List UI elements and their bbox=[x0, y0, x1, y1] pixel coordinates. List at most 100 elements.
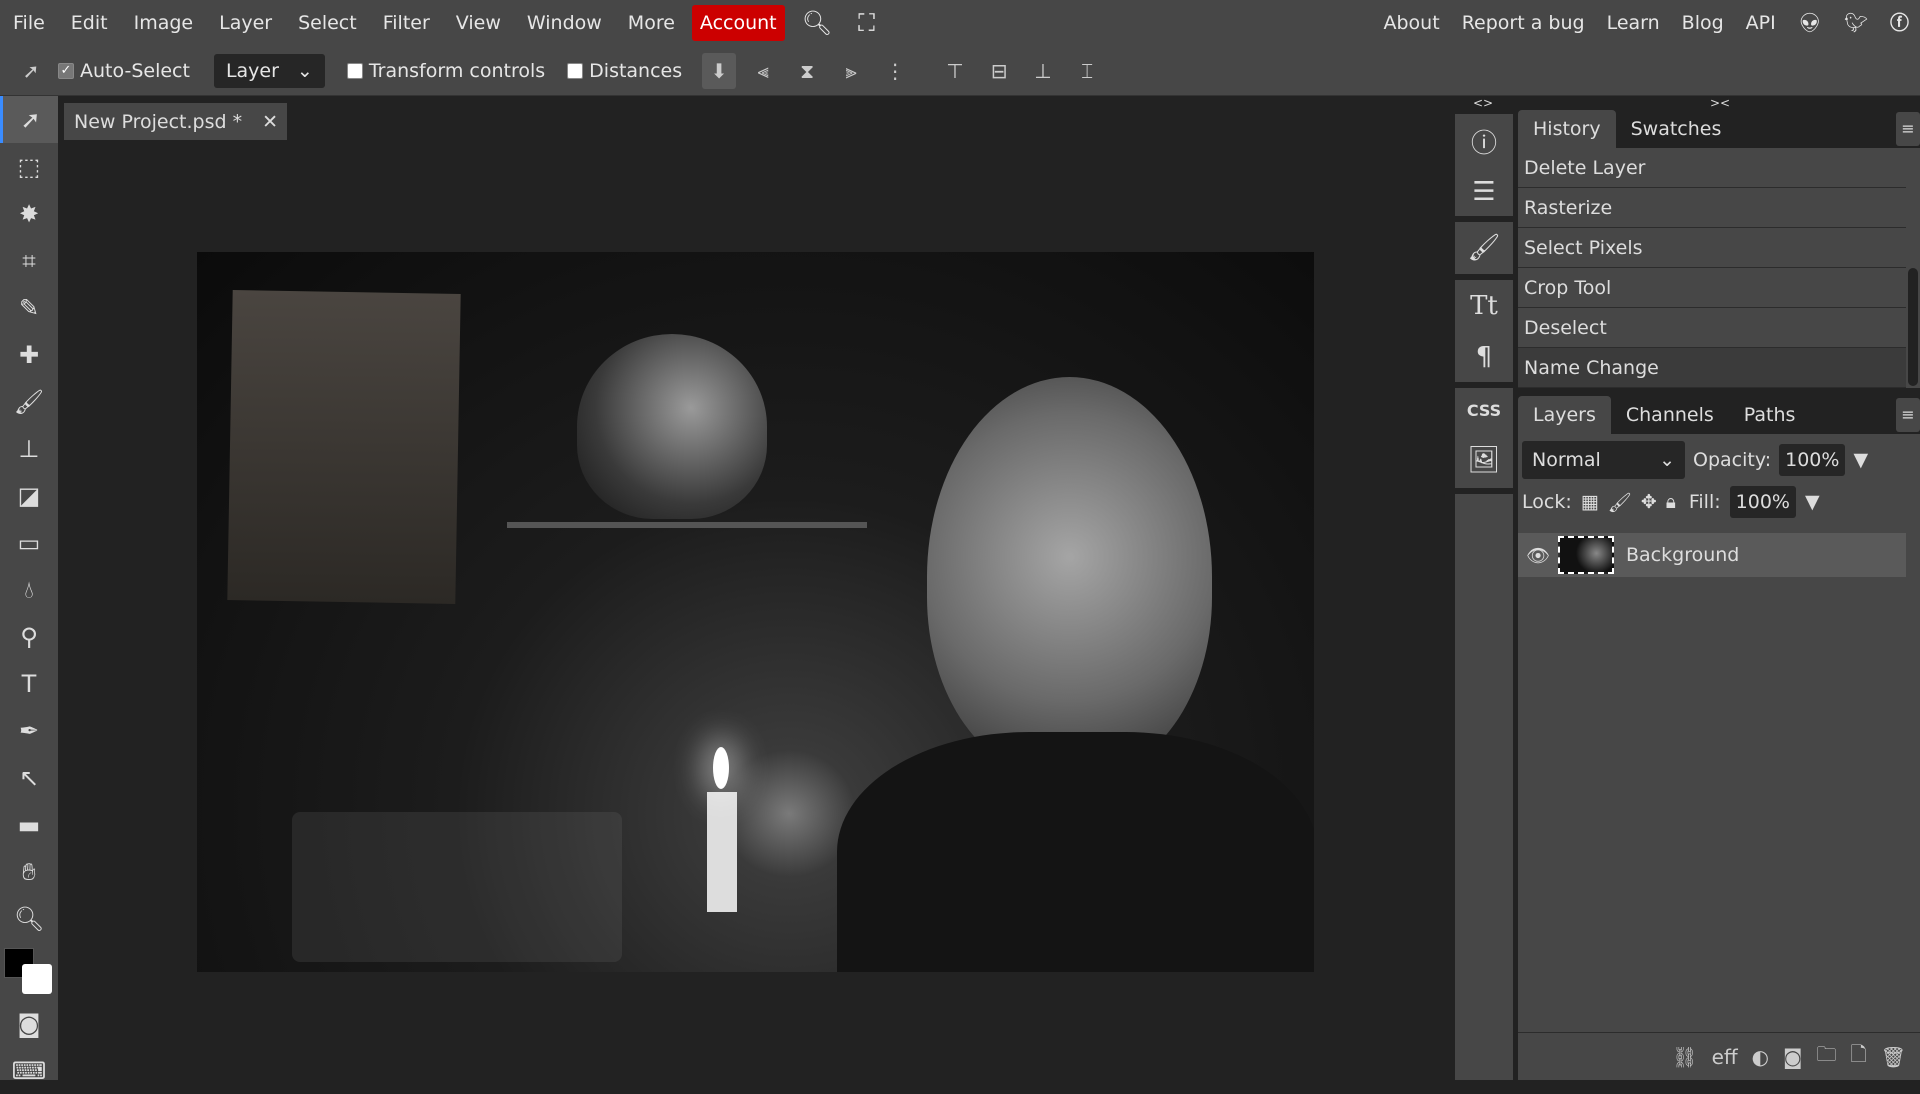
hand-tool-icon[interactable]: ✋︎ bbox=[0, 848, 58, 895]
opacity-dropdown-icon[interactable]: ▼ bbox=[1853, 449, 1868, 471]
eraser-icon[interactable]: ◪ bbox=[0, 472, 58, 519]
info-icon[interactable]: ⓘ bbox=[1471, 123, 1497, 160]
reddit-icon[interactable]: 👽︎ bbox=[1787, 5, 1833, 41]
dodge-tool-icon[interactable]: ⚲ bbox=[0, 613, 58, 660]
character-icon[interactable]: Tt bbox=[1470, 291, 1498, 321]
tab-channels[interactable]: Channels bbox=[1611, 396, 1729, 434]
folder-icon[interactable]: 🗀 bbox=[1817, 1040, 1837, 1074]
tab-history[interactable]: History bbox=[1518, 110, 1616, 148]
fill-input[interactable]: 100% bbox=[1729, 486, 1796, 518]
tab-swatches[interactable]: Swatches bbox=[1616, 110, 1737, 148]
adjustment-icon[interactable]: ◐ bbox=[1752, 1045, 1769, 1069]
menu-view[interactable]: View bbox=[443, 5, 514, 41]
layer-name[interactable]: Background bbox=[1626, 544, 1739, 566]
history-item[interactable]: Select Pixels bbox=[1518, 228, 1906, 268]
fill-dropdown-icon[interactable]: ▼ bbox=[1805, 491, 1820, 513]
lock-position-icon[interactable]: ✥ bbox=[1641, 491, 1657, 513]
brush-settings-icon[interactable]: 🖌︎ bbox=[1455, 222, 1513, 274]
trash-icon[interactable]: 🗑︎ bbox=[1881, 1045, 1906, 1069]
visibility-eye-icon[interactable]: 👁︎ bbox=[1518, 544, 1558, 567]
menu-more[interactable]: More bbox=[615, 5, 688, 41]
link-icon[interactable]: ⛓ bbox=[1672, 1045, 1697, 1069]
transform-controls-checkbox[interactable]: Transform controls bbox=[346, 60, 545, 82]
auto-select-checkbox[interactable]: ✓ Auto-Select bbox=[58, 60, 190, 82]
link-learn[interactable]: Learn bbox=[1596, 5, 1671, 41]
align-left-icon[interactable]: ⫷ bbox=[746, 53, 780, 89]
align-middle-icon[interactable]: ⊟ bbox=[982, 53, 1016, 89]
link-report-bug[interactable]: Report a bug bbox=[1451, 5, 1596, 41]
menu-window[interactable]: Window bbox=[514, 5, 615, 41]
eyedropper-icon[interactable]: ✎ bbox=[0, 284, 58, 331]
zoom-tool-icon[interactable]: 🔍︎ bbox=[0, 895, 58, 942]
type-tool-icon[interactable]: T bbox=[0, 660, 58, 707]
gradient-tool-icon[interactable]: ▭ bbox=[0, 519, 58, 566]
facebook-icon[interactable]: ⓕ bbox=[1879, 5, 1920, 41]
link-api[interactable]: API bbox=[1735, 5, 1787, 41]
document-tab[interactable]: New Project.psd * ✕ bbox=[64, 103, 287, 140]
link-about[interactable]: About bbox=[1373, 5, 1451, 41]
layers-menu-icon[interactable]: ≡ bbox=[1896, 398, 1920, 432]
fullscreen-icon[interactable]: ⛶ bbox=[845, 5, 888, 41]
menu-select[interactable]: Select bbox=[285, 5, 370, 41]
marquee-tool-icon[interactable]: ⬚ bbox=[0, 143, 58, 190]
background-color[interactable] bbox=[22, 964, 52, 994]
distribute-v-icon[interactable]: ⌶ bbox=[1070, 53, 1104, 89]
color-swatches[interactable] bbox=[0, 942, 58, 1000]
distribute-h-icon[interactable]: ⋮ bbox=[878, 53, 912, 89]
search-icon[interactable]: 🔍︎ bbox=[789, 5, 845, 41]
path-select-icon[interactable]: ↖ bbox=[0, 754, 58, 801]
magic-wand-icon[interactable]: ✸ bbox=[0, 190, 58, 237]
blur-tool-icon[interactable]: 💧︎ bbox=[0, 566, 58, 613]
adjustments-icon[interactable]: ☰ bbox=[1472, 177, 1495, 207]
distances-checkbox[interactable]: Distances bbox=[567, 60, 682, 82]
history-item[interactable]: Deselect bbox=[1518, 308, 1906, 348]
align-center-h-icon[interactable]: ⧗ bbox=[790, 53, 824, 89]
keyboard-icon[interactable]: ⌨ bbox=[0, 1047, 58, 1094]
menu-file[interactable]: File bbox=[0, 5, 58, 41]
layer-row[interactable]: 👁︎ Background bbox=[1518, 533, 1906, 577]
quick-mask-icon[interactable]: ◙ bbox=[0, 1000, 58, 1047]
mask-icon[interactable]: ◙ bbox=[1783, 1045, 1802, 1069]
crop-tool-icon[interactable]: ⌗ bbox=[0, 237, 58, 284]
lock-transparency-icon[interactable]: ▦ bbox=[1581, 491, 1599, 513]
lock-pixels-icon[interactable]: 🖌︎ bbox=[1608, 491, 1632, 514]
download-icon[interactable]: ⬇ bbox=[702, 52, 737, 89]
expand-panels-toggle[interactable]: <> bbox=[1473, 96, 1493, 110]
healing-brush-icon[interactable]: ✚ bbox=[0, 331, 58, 378]
opacity-input[interactable]: 100% bbox=[1779, 444, 1846, 476]
lock-all-icon[interactable]: 🔒︎ bbox=[1666, 491, 1676, 513]
history-menu-icon[interactable]: ≡ bbox=[1896, 112, 1920, 146]
history-item[interactable]: Crop Tool bbox=[1518, 268, 1906, 308]
history-item[interactable]: Name Change bbox=[1518, 348, 1906, 388]
history-item[interactable]: Delete Layer bbox=[1518, 148, 1906, 188]
brush-tool-icon[interactable]: 🖌︎ bbox=[0, 378, 58, 425]
menu-edit[interactable]: Edit bbox=[58, 5, 121, 41]
align-top-icon[interactable]: ⊤ bbox=[938, 53, 972, 89]
tab-paths[interactable]: Paths bbox=[1729, 396, 1811, 434]
menu-filter[interactable]: Filter bbox=[370, 5, 443, 41]
shape-tool-icon[interactable]: ▬ bbox=[0, 801, 58, 848]
new-layer-icon[interactable]: 🗋 bbox=[1851, 1040, 1867, 1074]
align-bottom-icon[interactable]: ⊥ bbox=[1026, 53, 1060, 89]
align-right-icon[interactable]: ⫸ bbox=[834, 53, 868, 89]
history-item[interactable]: Rasterize bbox=[1518, 188, 1906, 228]
canvas-image[interactable] bbox=[197, 252, 1314, 972]
clone-stamp-icon[interactable]: ⊥ bbox=[0, 425, 58, 472]
collapse-panels-toggle[interactable]: >< bbox=[1710, 96, 1730, 110]
blend-mode-select[interactable]: Normal ⌄ bbox=[1522, 441, 1685, 479]
history-scrollbar[interactable] bbox=[1908, 268, 1918, 386]
link-blog[interactable]: Blog bbox=[1671, 5, 1735, 41]
menu-layer[interactable]: Layer bbox=[206, 5, 285, 41]
twitter-icon[interactable]: 🐦︎ bbox=[1833, 5, 1879, 41]
pen-tool-icon[interactable]: ✒ bbox=[0, 707, 58, 754]
tab-layers[interactable]: Layers bbox=[1518, 396, 1611, 434]
close-tab-icon[interactable]: ✕ bbox=[262, 111, 278, 133]
move-tool-icon[interactable]: ➚ bbox=[0, 96, 58, 143]
effects-icon[interactable]: eff bbox=[1712, 1045, 1738, 1069]
paragraph-icon[interactable]: ¶ bbox=[1476, 342, 1493, 372]
image-icon[interactable]: 🖼︎ bbox=[1467, 445, 1500, 475]
account-button[interactable]: Account bbox=[691, 5, 785, 41]
menu-image[interactable]: Image bbox=[121, 5, 207, 41]
auto-select-target-select[interactable]: Layer ⌄ bbox=[213, 53, 325, 88]
css-icon[interactable]: CSS bbox=[1467, 401, 1501, 420]
